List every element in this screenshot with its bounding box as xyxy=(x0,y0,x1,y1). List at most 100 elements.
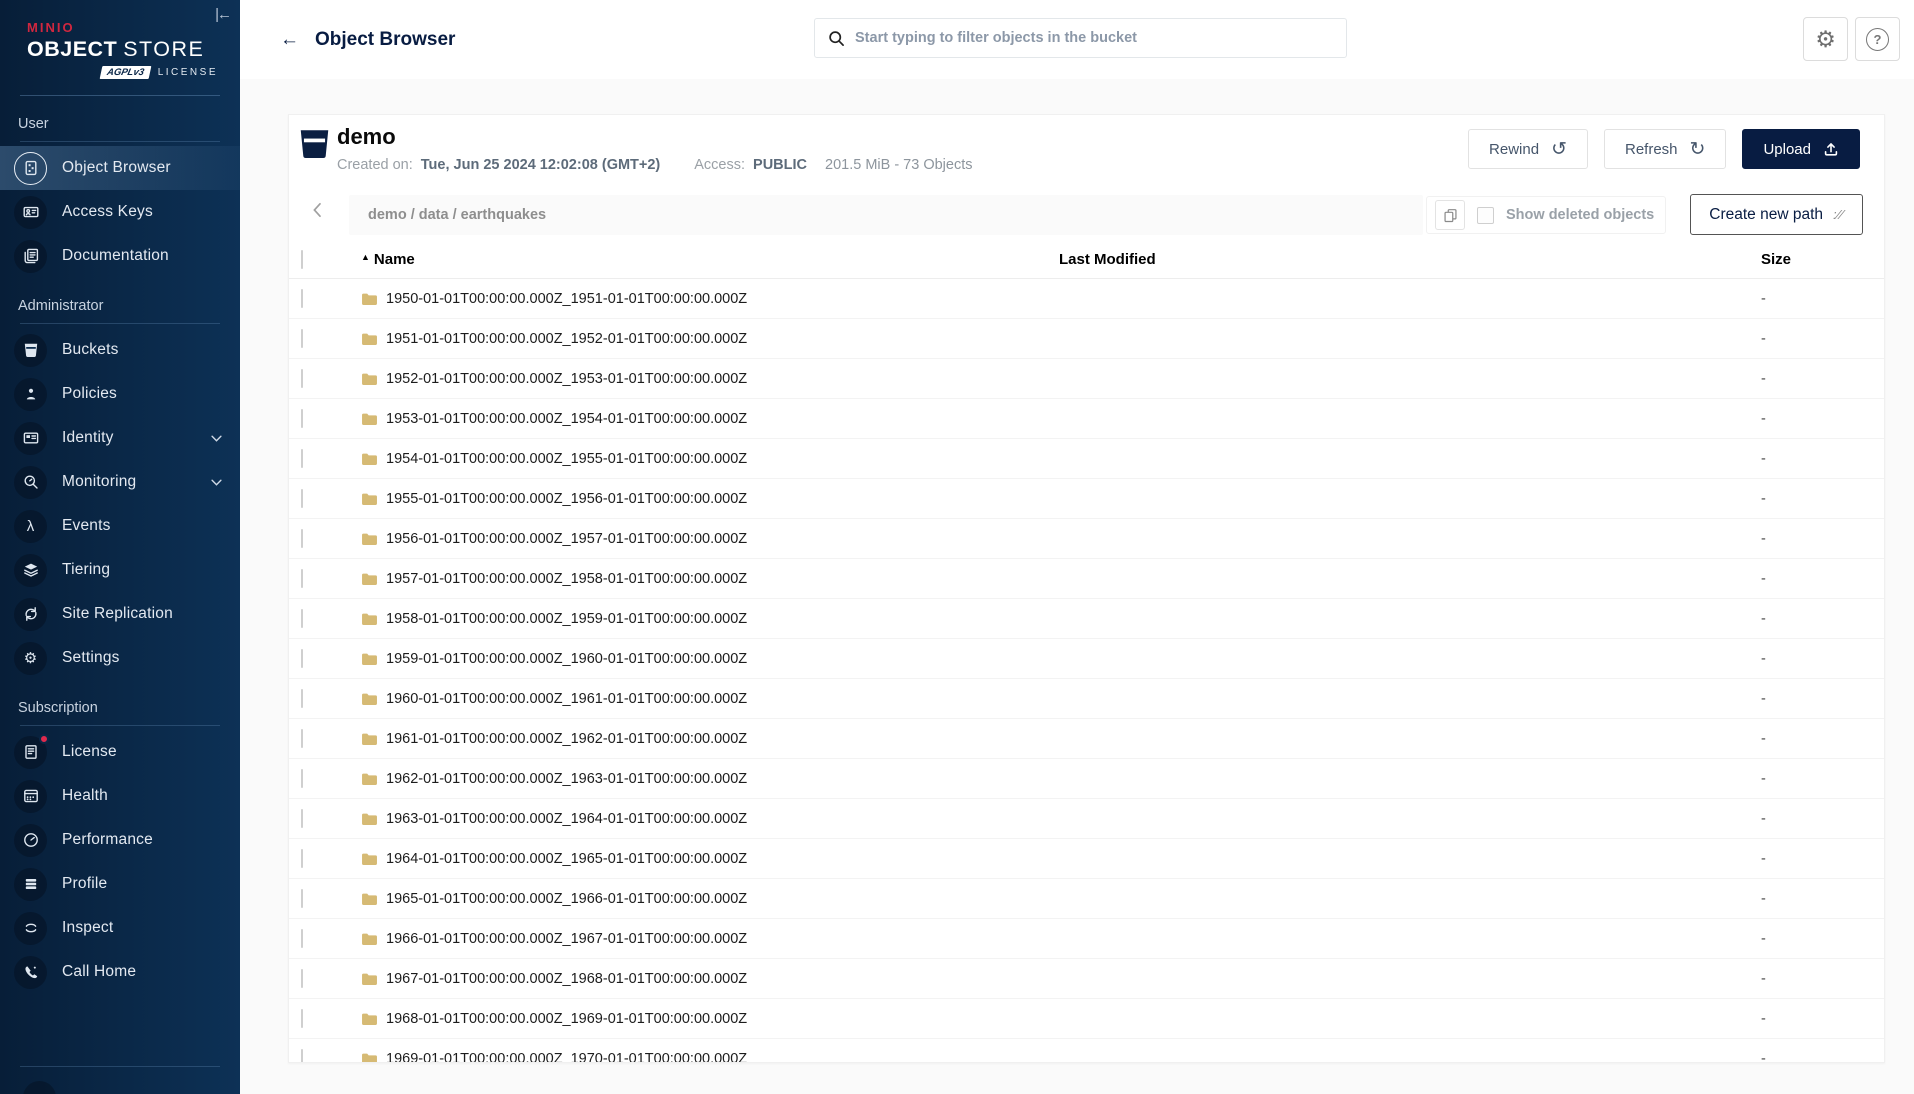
sidebar-item-site-replication[interactable]: Site Replication xyxy=(0,592,240,636)
sidebar-item-label: Settings xyxy=(62,649,120,667)
minio-wordmark: MINIO xyxy=(27,20,220,35)
table-row[interactable]: 1953-01-01T00:00:00.000Z_1954-01-01T00:0… xyxy=(289,399,1884,439)
signout-icon[interactable] xyxy=(23,1081,56,1094)
row-checkbox[interactable] xyxy=(301,889,303,908)
table-row[interactable]: 1962-01-01T00:00:00.000Z_1963-01-01T00:0… xyxy=(289,759,1884,799)
table-row[interactable]: 1965-01-01T00:00:00.000Z_1966-01-01T00:0… xyxy=(289,879,1884,919)
sidebar-item-label: Events xyxy=(62,517,111,535)
column-size[interactable]: Size xyxy=(1739,251,1884,268)
new-path-icon: :∕∕ xyxy=(1833,207,1844,222)
table-row[interactable]: 1966-01-01T00:00:00.000Z_1967-01-01T00:0… xyxy=(289,919,1884,959)
create-new-path-button[interactable]: Create new path :∕∕ xyxy=(1690,194,1863,235)
table-row[interactable]: 1960-01-01T00:00:00.000Z_1961-01-01T00:0… xyxy=(289,679,1884,719)
row-checkbox[interactable] xyxy=(301,409,303,428)
search-input[interactable] xyxy=(855,30,1333,46)
help-icon: ? xyxy=(1866,28,1889,51)
sidebar-item-identity[interactable]: Identity xyxy=(0,416,240,460)
object-name: 1961-01-01T00:00:00.000Z_1962-01-01T00:0… xyxy=(386,731,747,747)
object-name: 1958-01-01T00:00:00.000Z_1959-01-01T00:0… xyxy=(386,611,747,627)
row-checkbox[interactable] xyxy=(301,529,303,548)
object-name: 1962-01-01T00:00:00.000Z_1963-01-01T00:0… xyxy=(386,771,747,787)
object-filter-search[interactable] xyxy=(814,18,1347,58)
row-checkbox[interactable] xyxy=(301,329,303,348)
table-row[interactable]: 1952-01-01T00:00:00.000Z_1953-01-01T00:0… xyxy=(289,359,1884,399)
back-arrow-icon[interactable]: ← xyxy=(280,29,299,51)
row-checkbox[interactable] xyxy=(301,1009,303,1028)
row-checkbox[interactable] xyxy=(301,969,303,988)
row-checkbox[interactable] xyxy=(301,609,303,628)
row-checkbox[interactable] xyxy=(301,489,303,508)
copy-path-button[interactable] xyxy=(1435,200,1465,230)
table-row[interactable]: 1950-01-01T00:00:00.000Z_1951-01-01T00:0… xyxy=(289,279,1884,319)
sidebar-item-performance[interactable]: Performance xyxy=(0,818,240,862)
row-checkbox[interactable] xyxy=(301,689,303,708)
folder-icon xyxy=(361,372,378,386)
table-row[interactable]: 1955-01-01T00:00:00.000Z_1956-01-01T00:0… xyxy=(289,479,1884,519)
sidebar-item-health[interactable]: Health xyxy=(0,774,240,818)
row-checkbox[interactable] xyxy=(301,1049,303,1063)
table-row[interactable]: 1951-01-01T00:00:00.000Z_1952-01-01T00:0… xyxy=(289,319,1884,359)
row-checkbox[interactable] xyxy=(301,729,303,748)
table-row[interactable]: 1963-01-01T00:00:00.000Z_1964-01-01T00:0… xyxy=(289,799,1884,839)
sidebar-item-policies[interactable]: Policies xyxy=(0,372,240,416)
row-checkbox[interactable] xyxy=(301,769,303,788)
breadcrumb-back-icon[interactable] xyxy=(309,201,327,224)
sidebar-item-monitoring[interactable]: Monitoring xyxy=(0,460,240,504)
row-checkbox[interactable] xyxy=(301,369,303,388)
upload-button[interactable]: Upload xyxy=(1742,129,1860,169)
sidebar-item-license[interactable]: License xyxy=(0,730,240,774)
buckets-icon xyxy=(14,334,47,367)
object-size: - xyxy=(1739,691,1884,707)
access-label: Access: xyxy=(694,157,745,173)
table-row[interactable]: 1958-01-01T00:00:00.000Z_1959-01-01T00:0… xyxy=(289,599,1884,639)
object-size: - xyxy=(1739,971,1884,987)
sidebar-item-profile[interactable]: Profile xyxy=(0,862,240,906)
row-checkbox[interactable] xyxy=(301,929,303,948)
object-size: - xyxy=(1739,811,1884,827)
sidebar-item-inspect[interactable]: Inspect xyxy=(0,906,240,950)
access-value[interactable]: PUBLIC xyxy=(753,157,807,173)
sidebar-item-label: Object Browser xyxy=(62,159,171,177)
settings-gear-button[interactable]: ⚙ xyxy=(1803,17,1848,61)
breadcrumb[interactable]: demo / data / earthquakes xyxy=(349,195,1423,235)
sidebar-item-events[interactable]: λEvents xyxy=(0,504,240,548)
sidebar-item-label: Performance xyxy=(62,831,153,849)
sidebar-item-access-keys[interactable]: Access Keys xyxy=(0,190,240,234)
row-checkbox[interactable] xyxy=(301,849,303,868)
sidebar-item-tiering[interactable]: Tiering xyxy=(0,548,240,592)
refresh-button[interactable]: Refresh↻ xyxy=(1604,129,1726,169)
sidebar-item-documentation[interactable]: Documentation xyxy=(0,234,240,278)
settings-icon: ⚙ xyxy=(14,642,47,675)
row-checkbox[interactable] xyxy=(301,809,303,828)
help-button[interactable]: ? xyxy=(1855,17,1900,61)
table-row[interactable]: 1964-01-01T00:00:00.000Z_1965-01-01T00:0… xyxy=(289,839,1884,879)
row-checkbox[interactable] xyxy=(301,289,303,308)
section-divider xyxy=(20,725,220,726)
table-row[interactable]: 1969-01-01T00:00:00.000Z_1970-01-01T00:0… xyxy=(289,1039,1884,1062)
table-row[interactable]: 1968-01-01T00:00:00.000Z_1969-01-01T00:0… xyxy=(289,999,1884,1039)
table-row[interactable]: 1967-01-01T00:00:00.000Z_1968-01-01T00:0… xyxy=(289,959,1884,999)
sidebar-item-object-browser[interactable]: Object Browser xyxy=(0,146,240,190)
row-checkbox[interactable] xyxy=(301,649,303,668)
select-all-checkbox[interactable] xyxy=(301,250,303,269)
table-row[interactable]: 1961-01-01T00:00:00.000Z_1962-01-01T00:0… xyxy=(289,719,1884,759)
table-row[interactable]: 1959-01-01T00:00:00.000Z_1960-01-01T00:0… xyxy=(289,639,1884,679)
table-row[interactable]: 1957-01-01T00:00:00.000Z_1958-01-01T00:0… xyxy=(289,559,1884,599)
sidebar-item-settings[interactable]: ⚙ Settings xyxy=(0,636,240,680)
documentation-icon xyxy=(14,240,47,273)
row-checkbox[interactable] xyxy=(301,569,303,588)
sidebar-item-call-home[interactable]: Call Home xyxy=(0,950,240,994)
column-last-modified[interactable]: Last Modified xyxy=(1049,251,1739,268)
folder-icon xyxy=(361,532,378,546)
show-deleted-checkbox[interactable] xyxy=(1477,207,1494,224)
row-checkbox[interactable] xyxy=(301,449,303,468)
object-size: - xyxy=(1739,531,1884,547)
column-name[interactable]: ▲Name xyxy=(361,251,1049,268)
table-row[interactable]: 1956-01-01T00:00:00.000Z_1957-01-01T00:0… xyxy=(289,519,1884,559)
folder-icon xyxy=(361,452,378,466)
table-row[interactable]: 1954-01-01T00:00:00.000Z_1955-01-01T00:0… xyxy=(289,439,1884,479)
collapse-sidebar-icon[interactable]: |← xyxy=(215,6,230,23)
object-size: - xyxy=(1739,891,1884,907)
rewind-button[interactable]: Rewind↺ xyxy=(1468,129,1588,169)
sidebar-item-buckets[interactable]: Buckets xyxy=(0,328,240,372)
